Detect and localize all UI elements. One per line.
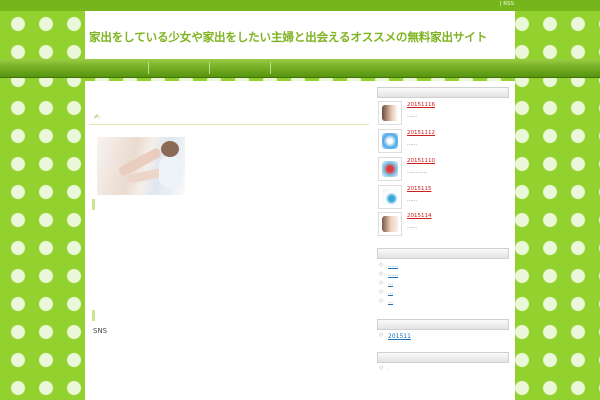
recent-post-excerpt: …… (407, 141, 417, 147)
site-header: 家出をしている少女や家出をしたい主婦と出会えるオススメの無料家出サイト (85, 11, 515, 59)
post-featured-image (97, 137, 185, 195)
bullet-icon: ◇ (379, 332, 384, 338)
category-link[interactable]: …… (388, 263, 398, 269)
archive-link[interactable]: 201511 (388, 333, 411, 340)
heading-marker (92, 310, 95, 321)
heading-marker (92, 199, 95, 210)
recent-post-title[interactable]: 2015115 (407, 186, 432, 192)
image-dress (159, 157, 183, 187)
sidebar: 20151116 …… 20151112 …… 20151110 ………… 20… (377, 81, 515, 400)
category-link[interactable]: … (388, 290, 393, 296)
recent-post-title[interactable]: 20151112 (407, 130, 435, 136)
recent-post-item[interactable]: 2015115 …… (378, 185, 508, 209)
bullet-icon: ◇ (379, 298, 384, 304)
nav-item-2[interactable] (149, 62, 210, 74)
image-hair (161, 141, 179, 157)
main-column: ✍ SNS (85, 81, 373, 400)
woman-portrait-thumbnail-icon[interactable] (378, 101, 402, 125)
recent-post-title[interactable]: 20151116 (407, 102, 435, 108)
category-item[interactable]: ◇ …… (379, 271, 499, 278)
category-item[interactable]: ◇… (379, 298, 499, 305)
recent-post-excerpt: …… (407, 197, 417, 203)
content-area: ✍ SNS 20151116 …… 20151112 …… 20151110 …… (85, 81, 515, 400)
sns-label: SNS (93, 327, 108, 335)
bullet-icon: ◇ (379, 271, 384, 277)
global-nav (0, 59, 600, 78)
pen-icon: ✍ (94, 113, 100, 121)
meta-link[interactable]: . (387, 366, 389, 372)
heart-hands-thumbnail-icon[interactable] (378, 157, 402, 181)
nav-item-3[interactable] (210, 62, 271, 74)
bullet-icon: ◇ (379, 280, 384, 286)
top-bar: | RSS (0, 0, 600, 11)
recent-posts-widget-title (377, 87, 509, 98)
category-link[interactable]: … (388, 281, 393, 287)
recent-post-excerpt: ………… (407, 169, 427, 175)
category-link[interactable]: … (388, 299, 393, 305)
rss-link[interactable]: | RSS (500, 1, 514, 7)
woman-smiling-thumbnail-icon[interactable] (378, 212, 402, 236)
bullet-icon: ◇ (379, 262, 384, 268)
category-item[interactable]: ◇ …… (379, 262, 499, 269)
post-title-bar: ✍ (89, 113, 369, 125)
site-title[interactable]: 家出をしている少女や家出をしたい主婦と出会えるオススメの無料家出サイト (89, 29, 487, 45)
category-item[interactable]: ◇… (379, 280, 499, 287)
recent-post-item[interactable]: 20151110 ………… (378, 157, 508, 181)
nav-item-1[interactable] (88, 62, 149, 74)
recent-post-excerpt: …… (407, 224, 417, 230)
recent-post-title[interactable]: 2015114 (407, 213, 432, 219)
meta-widget-title (377, 352, 509, 363)
bullet-icon: ◇ (379, 365, 384, 371)
recent-post-item[interactable]: 2015114 …… (378, 212, 508, 236)
recent-post-item[interactable]: 20151112 …… (378, 129, 508, 153)
archives-widget-title (377, 319, 509, 330)
categories-widget-title (377, 248, 509, 259)
phone-thumbnail-icon[interactable] (378, 129, 402, 153)
category-item[interactable]: ◇… (379, 289, 499, 296)
category-link[interactable]: …… (388, 272, 398, 278)
recent-post-excerpt: …… (407, 113, 417, 119)
recent-post-item[interactable]: 20151116 …… (378, 101, 508, 125)
recent-post-title[interactable]: 20151110 (407, 158, 435, 164)
blue-hearts-thumbnail-icon[interactable] (378, 185, 402, 209)
bullet-icon: ◇ (379, 289, 384, 295)
